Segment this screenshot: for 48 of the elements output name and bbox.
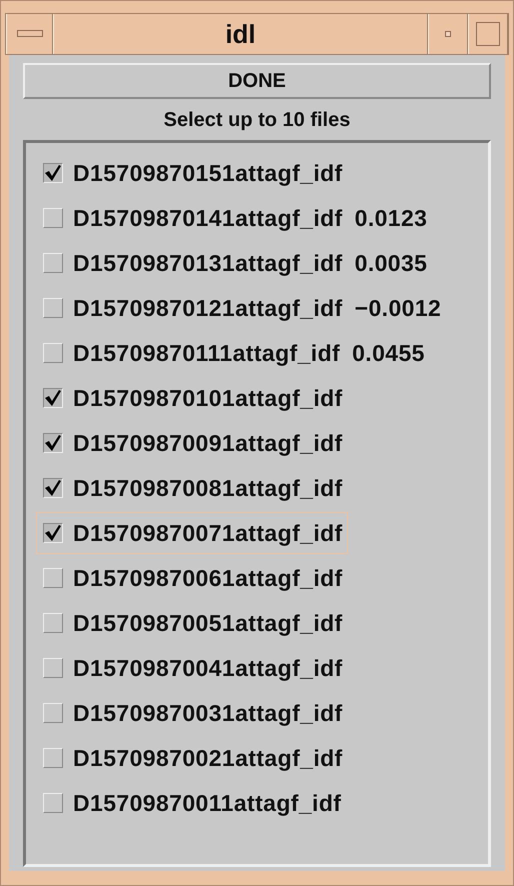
- file-name: D15709870091attagf_idf: [73, 430, 343, 456]
- minimize-icon: [445, 31, 451, 37]
- file-row[interactable]: D15709870091attagf_idf: [36, 422, 348, 464]
- file-name: D15709870041attagf_idf: [73, 654, 343, 682]
- window-title: idl: [53, 14, 428, 54]
- file-name: D15709870111attagf_idf: [73, 340, 340, 366]
- file-name: D15709870021attagf_idf: [73, 744, 343, 772]
- maximize-icon: [476, 22, 500, 46]
- file-name: D15709870141attagf_idf: [73, 204, 343, 232]
- file-name: D15709870081attagf_idf: [73, 474, 343, 502]
- file-value: 0.0035: [354, 250, 428, 276]
- file-row[interactable]: D15709870021attagf_idf: [36, 737, 348, 779]
- file-row[interactable]: D15709870151attagf_idf: [36, 152, 348, 194]
- maximize-button[interactable]: [468, 14, 508, 54]
- checkbox[interactable]: [43, 433, 63, 453]
- file-row[interactable]: D15709870051attagf_idf: [36, 602, 348, 644]
- file-row[interactable]: D15709870061attagf_idf: [36, 557, 348, 599]
- file-name: D15709870051attagf_idf: [73, 610, 343, 636]
- file-row[interactable]: D15709870141attagf_idf 0.0123: [36, 197, 432, 239]
- file-name: D15709870011attagf_idf: [73, 790, 342, 816]
- file-row[interactable]: D15709870081attagf_idf: [36, 467, 348, 509]
- file-row[interactable]: D15709870131attagf_idf 0.0035: [36, 242, 432, 284]
- minimize-button[interactable]: [428, 14, 468, 54]
- checkbox[interactable]: [43, 478, 63, 498]
- file-row[interactable]: D15709870041attagf_idf: [36, 647, 348, 689]
- file-row[interactable]: D15709870011attagf_idf: [36, 782, 346, 824]
- file-name: D15709870101attagf_idf: [73, 384, 343, 412]
- file-row[interactable]: D15709870071attagf_idf: [36, 512, 348, 554]
- file-value: 0.0455: [352, 340, 425, 366]
- checkbox[interactable]: [43, 163, 63, 183]
- window-menu-button[interactable]: [6, 14, 53, 54]
- file-row[interactable]: D15709870031attagf_idf: [36, 692, 348, 734]
- file-value: 0.0123: [354, 204, 428, 232]
- file-row[interactable]: D15709870101attagf_idf: [36, 377, 348, 419]
- instruction-label: Select up to 10 files: [162, 108, 352, 133]
- file-name: D15709870031attagf_idf: [73, 700, 343, 726]
- checkbox[interactable]: [43, 523, 63, 543]
- file-name: D15709870061attagf_idf: [73, 564, 343, 592]
- file-name: D15709870151attagf_idf: [73, 160, 343, 186]
- file-value: −0.0012: [354, 294, 442, 322]
- file-name: D15709870071attagf_idf: [73, 520, 343, 546]
- file-row[interactable]: D15709870121attagf_idf −0.0012: [36, 287, 446, 329]
- file-row[interactable]: D15709870111attagf_idf 0.0455: [36, 332, 430, 374]
- file-name: D15709870121attagf_idf: [73, 294, 343, 322]
- file-name: D15709870131attagf_idf: [73, 250, 343, 276]
- checkbox[interactable]: [43, 388, 63, 408]
- done-button[interactable]: DONE: [23, 63, 491, 99]
- menu-bar-icon: [16, 30, 42, 38]
